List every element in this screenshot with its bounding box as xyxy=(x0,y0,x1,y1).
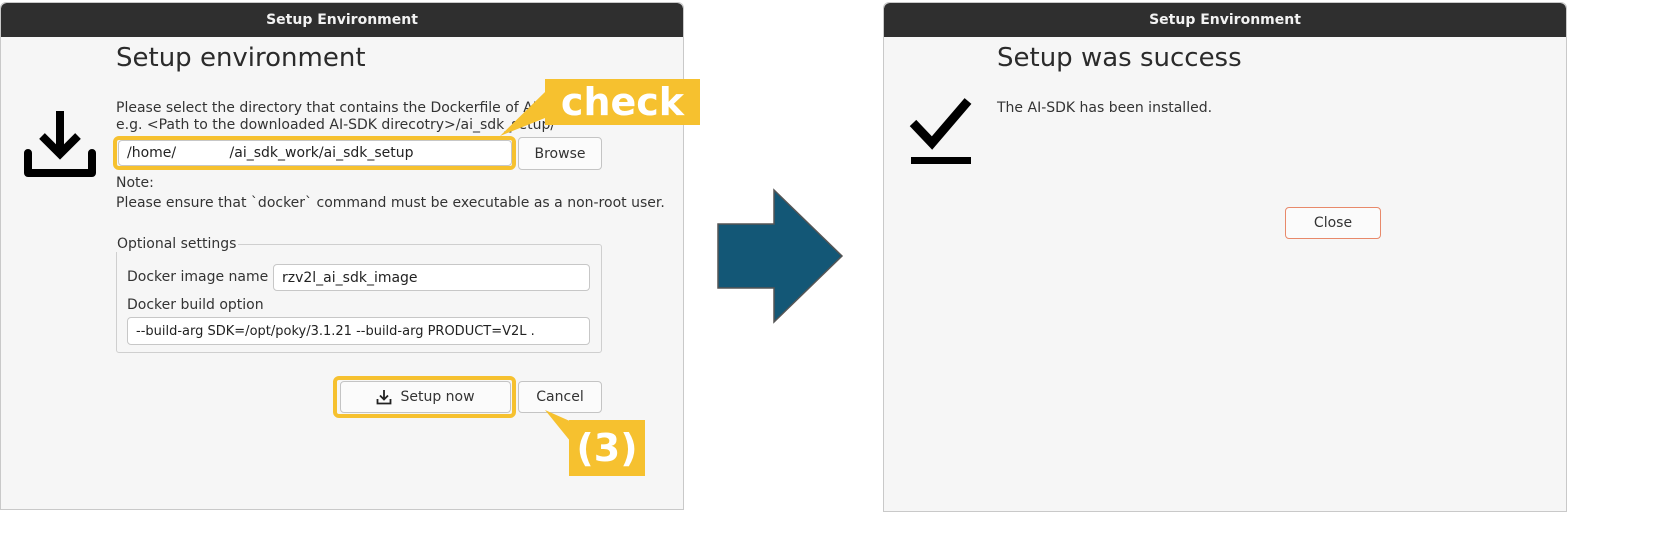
check-callout: check xyxy=(545,79,700,125)
success-message: The AI-SDK has been installed. xyxy=(997,100,1213,116)
setup-success-window: Setup Environment Setup was success The … xyxy=(883,2,1567,512)
success-heading: Setup was success xyxy=(997,43,1242,73)
window-title: Setup Environment xyxy=(1149,12,1301,28)
close-button[interactable]: Close xyxy=(1285,207,1381,239)
checkmark-icon xyxy=(909,98,972,164)
window-titlebar: Setup Environment xyxy=(884,3,1566,37)
right-arrow-icon xyxy=(717,188,844,324)
step-callout: (3) xyxy=(569,420,645,476)
